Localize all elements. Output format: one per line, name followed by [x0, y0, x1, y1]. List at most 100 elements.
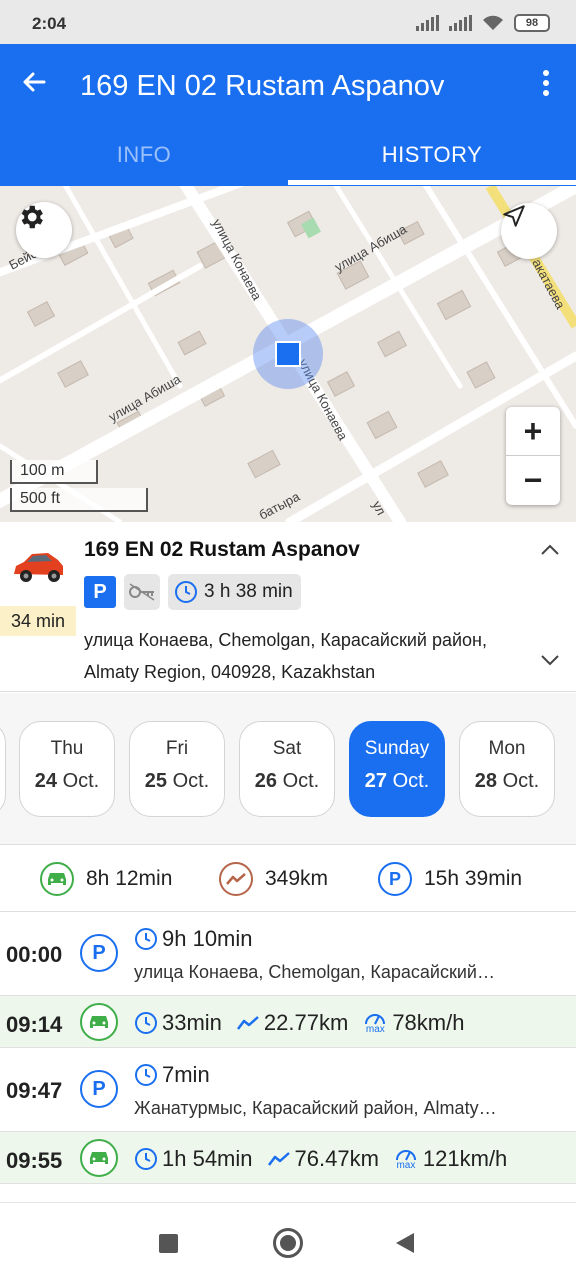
day-name: Fri: [165, 738, 189, 759]
day-number: 27: [364, 770, 387, 792]
page-title: 169 EN 02 Rustam Aspanov: [80, 70, 445, 102]
history-row-parking[interactable]: 00:00 P 9h 10min улица Конаева, Chemolga…: [0, 912, 576, 996]
chevron-up-icon[interactable]: [538, 542, 562, 558]
summary-parking-value: 15h 39min: [424, 867, 523, 890]
signal-icon-2: [449, 15, 472, 31]
summary-driving: 8h 12min: [40, 862, 172, 896]
vehicle-name: 169 EN 02 Rustam Aspanov: [84, 538, 360, 561]
signal-icon: [416, 15, 439, 31]
parking-duration-chip: 3 h 38 min: [168, 574, 301, 610]
zoom-controls: + −: [506, 407, 560, 505]
map-label: акатаева: [529, 256, 568, 312]
history-duration-line: 9h 10min: [134, 926, 253, 952]
history-row-drive[interactable]: 09:55 1h 54min 76.47km max 121km/h: [0, 1132, 576, 1184]
system-nav-bar: [0, 1202, 576, 1280]
day-month: Oct.: [172, 770, 210, 792]
day-card[interactable]: Sat 26 Oct.: [239, 721, 335, 817]
history-duration: 7min: [162, 1062, 210, 1087]
summary-driving-value: 8h 12min: [86, 867, 173, 890]
history-duration: 1h 54min: [162, 1146, 253, 1171]
day-number: 25: [144, 770, 167, 792]
battery-icon: 98: [514, 14, 550, 32]
day-name: Thu: [50, 738, 84, 759]
history-max-speed: 78km/h: [392, 1010, 465, 1035]
home-button[interactable]: [273, 1228, 303, 1258]
history-row-partial[interactable]: [0, 1184, 576, 1202]
vehicle-card[interactable]: 34 min 169 EN 02 Rustam Aspanov P 3 h 38…: [0, 522, 576, 692]
status-chips: P 3 h 38 min: [84, 574, 301, 610]
parking-icon: P: [378, 862, 412, 896]
clock-icon: [135, 1148, 157, 1170]
history-drive-line: 1h 54min 76.47km max 121km/h: [134, 1146, 507, 1172]
history-address: улица Конаева, Chemolgan, Карасайский…: [134, 962, 495, 982]
settings-button[interactable]: [16, 202, 72, 258]
back-arrow-icon[interactable]: [18, 66, 50, 98]
ignition-key-icon: [124, 574, 160, 610]
history-row-parking[interactable]: 09:47 P 7min Жанатурмыс, Карасайский рай…: [0, 1048, 576, 1132]
tab-info[interactable]: INFO: [0, 142, 288, 168]
navigation-arrow-icon: [503, 205, 525, 227]
gear-icon: [21, 205, 43, 229]
status-bar: 2:04 98: [0, 0, 576, 44]
car-icon: [14, 553, 63, 582]
day-month: Oct.: [282, 770, 320, 792]
scale-metric: 100 m: [10, 460, 98, 484]
car-drive-icon: [80, 1139, 118, 1177]
clock-icon: [135, 1064, 157, 1086]
screen: 2:04 98 169 EN 02 Rustam Aspanov INFO HI…: [0, 0, 576, 1280]
recent-apps-button[interactable]: [159, 1234, 178, 1253]
tab-history[interactable]: HISTORY: [288, 142, 576, 168]
parking-icon: P: [80, 1070, 118, 1108]
speedometer-icon: [395, 1150, 416, 1161]
map-label: улица Абиша: [332, 221, 410, 275]
app-bar: 169 EN 02 Rustam Aspanov INFO HISTORY: [0, 44, 576, 186]
parking-duration: 3 h 38 min: [204, 581, 293, 602]
day-summary: 8h 12min 349km P 15h 39min: [0, 846, 576, 912]
day-card[interactable]: Mon 28 Oct.: [459, 721, 555, 817]
day-number: 24: [34, 770, 57, 792]
day-name: Sunday: [364, 738, 430, 759]
day-month: Oct.: [392, 770, 430, 792]
car-drive-icon: [80, 1003, 118, 1041]
history-duration-line: 7min: [134, 1062, 210, 1088]
day-card[interactable]: Thu 24 Oct.: [19, 721, 115, 817]
zoom-out-button[interactable]: −: [506, 456, 560, 505]
day-name: Sat: [272, 738, 302, 759]
summary-parking: P 15h 39min: [378, 862, 522, 896]
vehicle-address: улица Конаева, Chemolgan, Карасайский ра…: [84, 630, 487, 682]
history-max-speed: 121km/h: [422, 1146, 508, 1171]
day-date: 28 Oct.: [460, 770, 554, 793]
summary-distance: 349km: [219, 862, 328, 896]
overflow-menu-icon[interactable]: [536, 68, 556, 100]
history-row-drive[interactable]: 09:14 33min 22.77km max 78km/h: [0, 996, 576, 1048]
history-time: 00:00: [6, 942, 63, 967]
clock-icon: [175, 581, 197, 603]
day-card[interactable]: Fri 25 Oct.: [129, 721, 225, 817]
map[interactable]: улица Конаева улица Абиша улица Абиша ул…: [0, 186, 576, 522]
zoom-in-button[interactable]: +: [506, 407, 560, 456]
history-distance: 22.77km: [263, 1010, 349, 1035]
my-location-button[interactable]: [501, 203, 557, 259]
day-card-selected[interactable]: Sunday 27 Oct.: [349, 721, 445, 817]
day-number: 26: [254, 770, 277, 792]
distance-icon: [219, 862, 253, 896]
day-card-previous[interactable]: [0, 721, 6, 817]
system-back-button[interactable]: [396, 1233, 414, 1253]
day-date: 25 Oct.: [130, 770, 224, 793]
parking-status-badge: P: [84, 576, 116, 608]
day-date: 26 Oct.: [240, 770, 334, 793]
summary-distance-value: 349km: [265, 867, 329, 890]
history-time: 09:14: [6, 1012, 63, 1037]
distance-icon: [267, 1152, 290, 1166]
day-date: 24 Oct.: [20, 770, 114, 793]
chevron-down-icon[interactable]: [538, 652, 562, 668]
scale-imperial: 500 ft: [10, 488, 148, 512]
idle-time-badge: 34 min: [0, 606, 76, 636]
day-date: 27 Oct.: [350, 770, 444, 793]
day-name: Mon: [488, 738, 526, 759]
max-label: max: [396, 1160, 416, 1171]
clock-icon: [135, 1012, 157, 1034]
history-time: 09:47: [6, 1078, 63, 1103]
day-month: Oct.: [502, 770, 540, 792]
history-duration: 9h 10min: [162, 926, 253, 951]
